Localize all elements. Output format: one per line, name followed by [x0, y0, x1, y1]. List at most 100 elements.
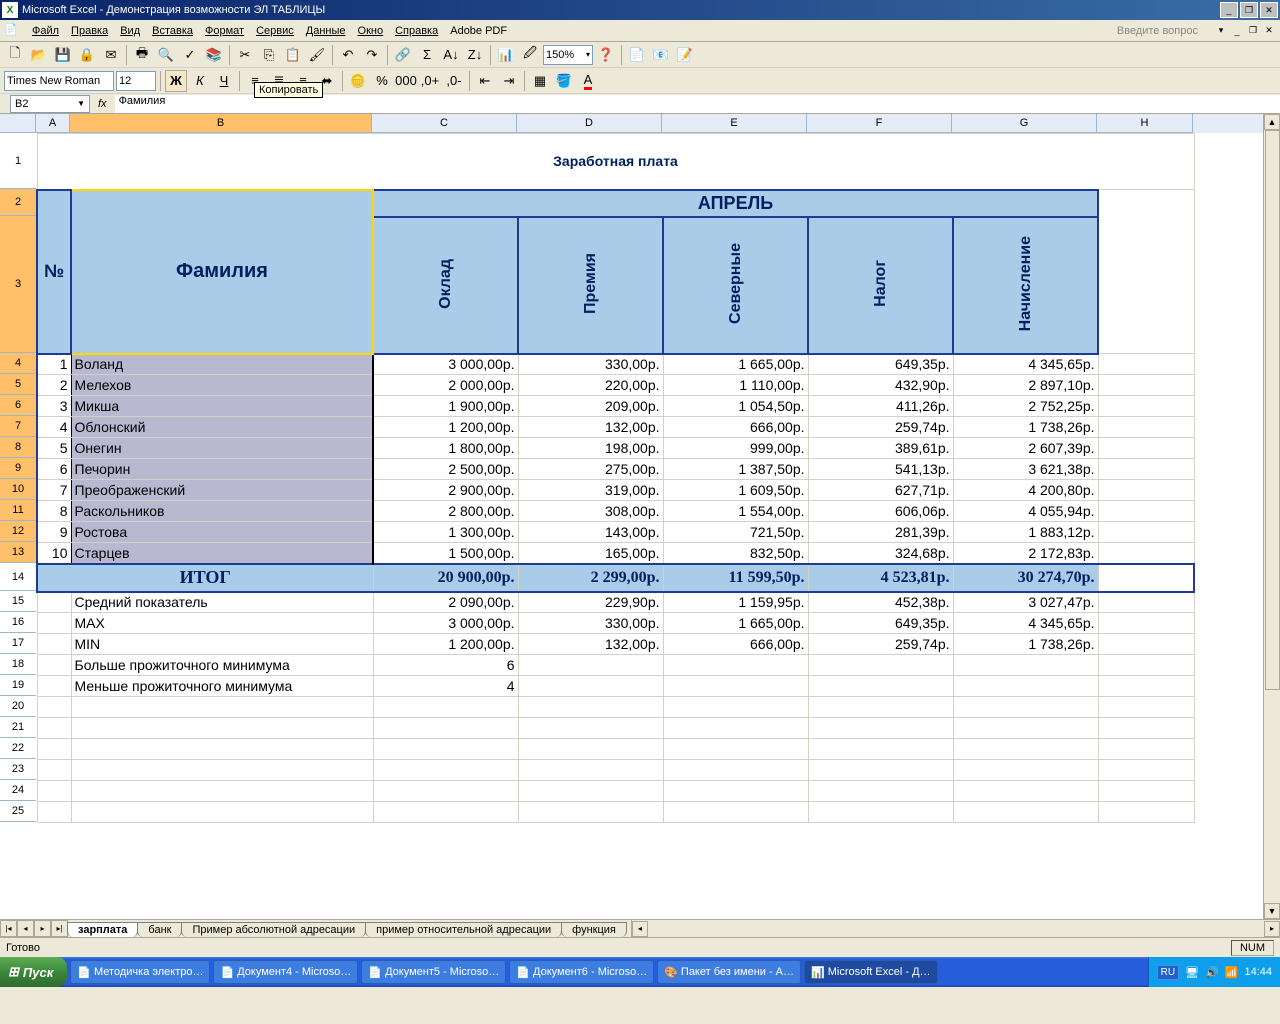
- row-header-23[interactable]: 23: [0, 759, 36, 780]
- cell[interactable]: 3 621,38р.: [953, 459, 1098, 480]
- menu-window[interactable]: Окно: [352, 23, 390, 39]
- cell[interactable]: [1098, 417, 1194, 438]
- cell[interactable]: 649,35р.: [808, 613, 953, 634]
- cell[interactable]: 1 500,00р.: [373, 543, 518, 564]
- cell[interactable]: 1: [37, 354, 71, 375]
- cell[interactable]: 6: [37, 459, 71, 480]
- cell[interactable]: [953, 760, 1098, 781]
- cell[interactable]: 5: [37, 438, 71, 459]
- cell[interactable]: [1098, 522, 1194, 543]
- new-icon[interactable]: 🗋: [4, 44, 26, 66]
- cell[interactable]: 606,06р.: [808, 501, 953, 522]
- cell[interactable]: [808, 739, 953, 760]
- cell[interactable]: [1098, 781, 1194, 802]
- cell[interactable]: 832,50р.: [663, 543, 808, 564]
- cell[interactable]: 209,00р.: [518, 396, 663, 417]
- cell[interactable]: [518, 802, 663, 823]
- cell[interactable]: 324,68р.: [808, 543, 953, 564]
- cell[interactable]: Печорин: [71, 459, 373, 480]
- cell[interactable]: 4 345,65р.: [953, 354, 1098, 375]
- cell[interactable]: [1098, 760, 1194, 781]
- cell[interactable]: 1 883,12р.: [953, 522, 1098, 543]
- taskbar-task[interactable]: 📊Microsoft Excel - Д…: [804, 960, 938, 984]
- column-header-D[interactable]: D: [517, 114, 662, 133]
- increase-decimal-icon[interactable]: ,0+: [419, 70, 441, 92]
- menu-help[interactable]: Справка: [389, 23, 444, 39]
- cell[interactable]: [37, 592, 71, 613]
- cell[interactable]: 1 738,26р.: [953, 634, 1098, 655]
- language-indicator[interactable]: RU: [1157, 965, 1179, 980]
- menu-file[interactable]: Файл: [26, 23, 65, 39]
- cell[interactable]: [71, 718, 373, 739]
- minimize-button[interactable]: _: [1220, 2, 1238, 18]
- sort-desc-icon[interactable]: Z↓: [464, 44, 486, 66]
- cell[interactable]: Фамилия: [71, 190, 373, 354]
- dropdown-icon[interactable]: ▼: [77, 99, 85, 108]
- cell[interactable]: [1098, 438, 1194, 459]
- cell[interactable]: 10: [37, 543, 71, 564]
- cell[interactable]: [373, 760, 518, 781]
- cell[interactable]: Ростова: [71, 522, 373, 543]
- cell[interactable]: [373, 739, 518, 760]
- cell[interactable]: 3 000,00р.: [373, 613, 518, 634]
- cell[interactable]: 1 159,95р.: [663, 592, 808, 613]
- zoom-combo[interactable]: 150%▾: [543, 45, 593, 65]
- sheet-tab[interactable]: пример относительной адресации: [365, 922, 562, 937]
- cell[interactable]: [1098, 739, 1194, 760]
- cell[interactable]: [518, 739, 663, 760]
- cell[interactable]: [1098, 613, 1194, 634]
- vertical-scrollbar[interactable]: ▲ ▼: [1263, 114, 1280, 919]
- cell[interactable]: 452,38р.: [808, 592, 953, 613]
- increase-indent-icon[interactable]: ⇥: [498, 70, 520, 92]
- row-header-11[interactable]: 11: [0, 500, 36, 521]
- select-all-corner[interactable]: [0, 114, 36, 133]
- cell[interactable]: [1098, 543, 1194, 564]
- cell[interactable]: [953, 718, 1098, 739]
- tab-next-icon[interactable]: ▸: [34, 920, 51, 937]
- menu-data[interactable]: Данные: [300, 23, 352, 39]
- cell[interactable]: [373, 697, 518, 718]
- cell[interactable]: 999,00р.: [663, 438, 808, 459]
- cell[interactable]: 627,71р.: [808, 480, 953, 501]
- row-header-1[interactable]: 1: [0, 133, 36, 189]
- decrease-indent-icon[interactable]: ⇤: [474, 70, 496, 92]
- cell[interactable]: [808, 802, 953, 823]
- cell[interactable]: [808, 655, 953, 676]
- taskbar-task[interactable]: 📄Методичка электро…: [70, 960, 210, 984]
- scroll-down-icon[interactable]: ▼: [1264, 903, 1280, 919]
- cell[interactable]: MIN: [71, 634, 373, 655]
- cell[interactable]: [518, 655, 663, 676]
- cut-icon[interactable]: ✂: [234, 44, 256, 66]
- bold-button[interactable]: Ж: [165, 70, 187, 92]
- paste-icon[interactable]: 📋: [282, 44, 304, 66]
- menu-format[interactable]: Формат: [199, 23, 250, 39]
- tray-icon[interactable]: 🔊: [1205, 966, 1219, 979]
- row-header-22[interactable]: 22: [0, 738, 36, 759]
- cell[interactable]: [808, 781, 953, 802]
- cell[interactable]: [37, 634, 71, 655]
- cell[interactable]: 666,00р.: [663, 634, 808, 655]
- cell[interactable]: 1 554,00р.: [663, 501, 808, 522]
- cell[interactable]: [1098, 592, 1194, 613]
- row-header-10[interactable]: 10: [0, 479, 36, 500]
- permission-icon[interactable]: 🔒: [76, 44, 98, 66]
- cell[interactable]: [37, 760, 71, 781]
- row-header-25[interactable]: 25: [0, 801, 36, 822]
- cell[interactable]: Воланд: [71, 354, 373, 375]
- column-header-A[interactable]: A: [36, 114, 70, 133]
- sheet-tab[interactable]: зарплата: [67, 922, 138, 937]
- print-icon[interactable]: 🖶: [131, 44, 153, 66]
- column-header-E[interactable]: E: [662, 114, 807, 133]
- tab-last-icon[interactable]: ▸|: [51, 920, 68, 937]
- tab-first-icon[interactable]: |◂: [0, 920, 17, 937]
- cell[interactable]: 2 299,00р.: [518, 564, 663, 592]
- autosum-icon[interactable]: Σ: [416, 44, 438, 66]
- cell[interactable]: Начисление: [953, 217, 1098, 354]
- cell[interactable]: [37, 718, 71, 739]
- cell[interactable]: [1098, 396, 1194, 417]
- cell[interactable]: 4: [37, 417, 71, 438]
- doc-minimize-button[interactable]: _: [1230, 24, 1244, 38]
- redo-icon[interactable]: ↷: [361, 44, 383, 66]
- cell[interactable]: [71, 802, 373, 823]
- italic-button[interactable]: К: [189, 70, 211, 92]
